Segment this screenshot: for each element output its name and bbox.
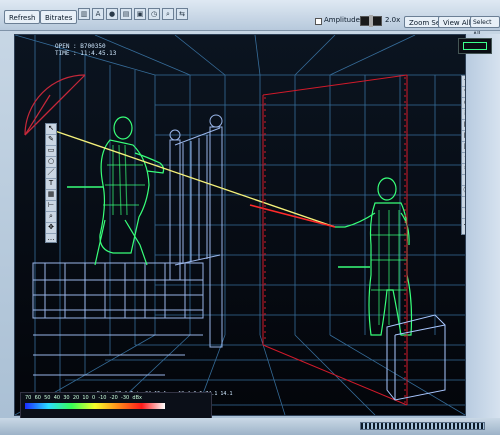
- zoomto-icon[interactable]: ⌕: [162, 8, 174, 20]
- tool-redo-icon[interactable]: ↷: [462, 87, 465, 98]
- time-icon[interactable]: ◷: [148, 8, 160, 20]
- tool-select-icon[interactable]: ↖: [46, 124, 56, 135]
- tool-pan-icon[interactable]: ✥: [46, 223, 56, 234]
- amplitude-checkbox[interactable]: [315, 18, 322, 25]
- amplitude-slider-knob[interactable]: [369, 15, 373, 27]
- tool-camera-icon[interactable]: ◉: [462, 98, 465, 109]
- color-legend: 70 60 50 40 30 20 10 0 -10 -20 -30 dBx: [20, 392, 212, 420]
- tool-close-icon[interactable]: ✕: [462, 208, 465, 219]
- tool-undo-icon[interactable]: ↶: [462, 76, 465, 87]
- status-bar: [0, 418, 500, 435]
- tool-more2-icon[interactable]: …: [462, 219, 466, 229]
- legend-tick: -20: [109, 395, 118, 401]
- tool-settings-icon[interactable]: ⚙: [462, 164, 465, 175]
- tool-help-icon[interactable]: ?: [462, 197, 465, 208]
- overlay-info-line-1: OPEN : B700350: [55, 43, 106, 50]
- timeline-ruler[interactable]: [360, 422, 485, 430]
- tool-info-icon[interactable]: ⓘ: [462, 186, 465, 197]
- record-icon[interactable]: ●: [106, 8, 118, 20]
- tool-lock-icon[interactable]: 🔒︎: [462, 175, 465, 186]
- refresh-button[interactable]: Refresh: [4, 10, 41, 24]
- graph-icon[interactable]: ▥: [78, 8, 90, 20]
- tool-more-icon[interactable]: …: [46, 234, 56, 244]
- overlay-info-topleft: OPEN : B700350 TIME : 11:4.45.13: [55, 43, 116, 57]
- amplitude-slider[interactable]: [360, 15, 382, 27]
- sheet-icon[interactable]: ▤: [120, 8, 132, 20]
- mini-preview-frame: [463, 42, 487, 50]
- tool-grid2-icon[interactable]: ▦: [462, 120, 465, 131]
- tool-text-icon[interactable]: T: [46, 179, 56, 190]
- tool-zoom-icon[interactable]: ⌕: [46, 212, 56, 223]
- legend-tick: 30: [63, 395, 70, 401]
- tool-circle-icon[interactable]: ○: [46, 157, 56, 168]
- tool-grid-icon[interactable]: ▦: [46, 190, 56, 201]
- legend-tick: -30: [121, 395, 130, 401]
- compare-icon[interactable]: ⇆: [176, 8, 188, 20]
- toolbar: Refresh Bitrates ▥ A ● ▤ ▣ ◷ ⌕ ⇆ Amplitu…: [0, 0, 500, 38]
- legend-tick: 50: [44, 395, 51, 401]
- legend-tick: 10: [82, 395, 89, 401]
- legend-tick: 60: [34, 395, 41, 401]
- tool-pen-icon[interactable]: ✎: [46, 135, 56, 146]
- legend-tick: 0: [91, 395, 96, 401]
- legend-tick: 70: [25, 395, 32, 401]
- tool-layers-icon[interactable]: ≣: [462, 109, 465, 120]
- bitrates-button[interactable]: Bitrates: [40, 10, 78, 24]
- scene-svg: [15, 35, 465, 415]
- tool-rect-icon[interactable]: ▭: [46, 146, 56, 157]
- legend-tick: 40: [53, 395, 61, 401]
- tool-table-icon[interactable]: ▤: [462, 131, 465, 142]
- mini-preview[interactable]: [458, 38, 492, 54]
- tool-measure-icon[interactable]: ⊢: [46, 201, 56, 212]
- amplitude-value: 2.0x: [385, 16, 401, 24]
- 3d-viewport[interactable]: OPEN : B700350 TIME : 11:4.45.13 ↖ ✎ ▭ ○…: [14, 34, 466, 416]
- right-rail: [466, 34, 500, 418]
- legend-units: dBx: [132, 395, 142, 401]
- select-all-button[interactable]: Select All: [470, 16, 500, 38]
- tool-line-icon[interactable]: ／: [46, 168, 56, 179]
- legend-tick: 20: [72, 395, 80, 401]
- video-icon[interactable]: ▣: [134, 8, 146, 20]
- left-tool-palette: ↖ ✎ ▭ ○ ／ T ▦ ⊢ ⌕ ✥ …: [45, 123, 57, 243]
- legend-color-scale: [25, 403, 165, 409]
- overlay-info-line-2: TIME : 11:4.45.13: [55, 50, 117, 57]
- amplitude-label: Amplitude: [324, 16, 360, 24]
- app-window: Refresh Bitrates ▥ A ● ▤ ▣ ◷ ⌕ ⇆ Amplitu…: [0, 0, 500, 435]
- tool-video-icon[interactable]: ▣: [462, 142, 465, 153]
- legend-ticks: 70 60 50 40 30 20 10 0 -10 -20 -30 dBx: [25, 395, 142, 403]
- tool-light-icon[interactable]: ☼: [462, 153, 465, 164]
- legend-tick: -10: [98, 395, 107, 401]
- label-icon[interactable]: A: [92, 8, 104, 20]
- right-tool-palette: ↶ ↷ ◉ ≣ ▦ ▤ ▣ ☼ ⚙ 🔒︎ ⓘ ? ✕ …: [461, 75, 466, 235]
